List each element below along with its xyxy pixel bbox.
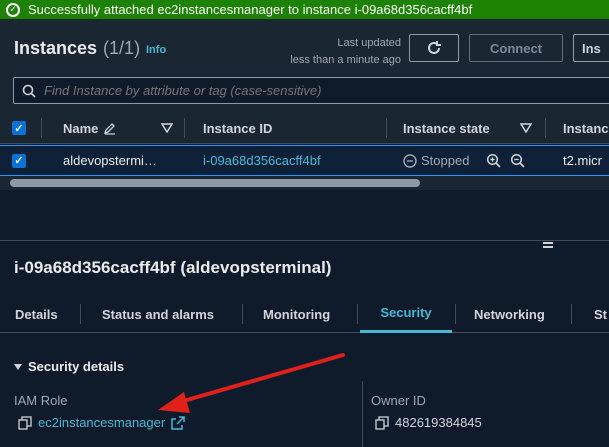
refresh-button[interactable]: [409, 34, 459, 62]
search-bar[interactable]: [13, 77, 609, 104]
sort-caret-icon[interactable]: [161, 112, 173, 144]
tab-status-and-alarms[interactable]: Status and alarms: [102, 295, 214, 333]
table-row[interactable]: ✓ aldevopstermi… i-09a68d356cacff4bf Sto…: [0, 145, 609, 176]
success-flash-bar: ✓ Successfully attached ec2instancesmana…: [0, 0, 609, 19]
tab-monitoring[interactable]: Monitoring: [263, 295, 330, 333]
column-name-label: Name: [63, 120, 99, 136]
column-name[interactable]: Name: [63, 112, 117, 144]
copy-icon[interactable]: [375, 415, 389, 430]
row-state-text: Stopped: [421, 153, 470, 168]
tab-storage[interactable]: St: [594, 295, 607, 333]
tab-networking[interactable]: Networking: [474, 295, 545, 333]
last-updated-label: Last updated: [337, 37, 401, 49]
tab-security[interactable]: Security: [360, 295, 452, 333]
caret-down-icon: [14, 363, 22, 370]
external-link-icon[interactable]: [171, 415, 185, 430]
row-instance-type: t2.micr: [563, 153, 602, 168]
row-instance-id-link[interactable]: i-09a68d356cacff4bf: [203, 146, 321, 175]
scrollbar-thumb[interactable]: [10, 179, 420, 187]
page-title: Instances (1/1): [14, 38, 140, 59]
flash-message: Successfully attached ec2instancesmanage…: [28, 2, 473, 17]
split-panel-gap: [0, 190, 609, 240]
stopped-icon: [403, 153, 417, 168]
success-check-icon: ✓: [6, 2, 20, 17]
info-link[interactable]: Info: [146, 44, 166, 56]
zoom-in-icon[interactable]: [486, 146, 502, 175]
refresh-icon: [428, 41, 441, 54]
column-instance-type[interactable]: Instanc: [563, 112, 609, 144]
pencil-icon: [104, 123, 116, 135]
ec2-console: ✓ Successfully attached ec2instancesmana…: [0, 0, 609, 447]
owner-id-value: 482619384845: [375, 415, 482, 430]
search-input[interactable]: [44, 83, 544, 98]
table-header: ✓ Name Instance ID Instance state Instan…: [0, 112, 609, 144]
zoom-out-icon[interactable]: [510, 146, 526, 175]
detail-tabs: Details Status and alarms Monitoring Sec…: [0, 295, 609, 333]
page-title-text: Instances: [14, 38, 98, 58]
iam-role-label: IAM Role: [14, 393, 68, 408]
last-updated: Last updated less than a minute ago: [290, 35, 401, 69]
last-updated-value: less than a minute ago: [290, 54, 401, 66]
column-instance-id[interactable]: Instance ID: [203, 112, 272, 144]
security-details-toggle[interactable]: Security details: [14, 359, 124, 374]
horizontal-scrollbar[interactable]: [0, 176, 609, 190]
instance-details-panel: i-09a68d356cacff4bf (aldevopsterminal) D…: [0, 240, 609, 447]
instance-state-button[interactable]: Ins: [573, 34, 609, 62]
iam-role-link[interactable]: ec2instancesmanager: [38, 415, 165, 430]
instances-header: Instances (1/1) Info Last updated less th…: [0, 19, 609, 122]
iam-role-value: ec2instancesmanager: [18, 415, 185, 430]
section-title: Security details: [28, 359, 125, 374]
field-divider: [362, 381, 363, 447]
tab-details[interactable]: Details: [15, 295, 58, 333]
connect-button[interactable]: Connect: [469, 34, 563, 62]
instance-count: (1/1): [103, 38, 141, 58]
split-panel-handle[interactable]: [543, 242, 553, 248]
row-checkbox[interactable]: ✓: [12, 146, 26, 175]
row-name: aldevopstermi…: [63, 153, 157, 168]
search-icon: [22, 84, 36, 98]
sort-caret-icon[interactable]: [520, 112, 532, 144]
column-instance-state[interactable]: Instance state: [403, 112, 490, 144]
row-instance-state: Stopped: [403, 146, 469, 175]
owner-id-label: Owner ID: [371, 393, 426, 408]
copy-icon[interactable]: [18, 415, 32, 430]
select-all-checkbox[interactable]: ✓: [12, 112, 26, 144]
instance-detail-title: i-09a68d356cacff4bf (aldevopsterminal): [14, 258, 332, 277]
owner-id-text: 482619384845: [395, 415, 482, 430]
